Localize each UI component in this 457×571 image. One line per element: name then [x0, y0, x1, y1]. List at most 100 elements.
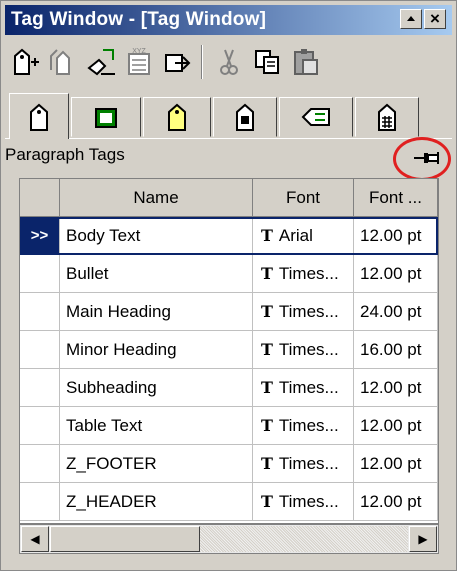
character-tags-tab[interactable] [71, 97, 141, 137]
font-cell[interactable]: T Times... [253, 445, 354, 483]
right-arrow-icon: ▶ [418, 532, 428, 546]
font-cell[interactable]: T Times... [253, 407, 354, 445]
tag-name-cell[interactable]: Z_HEADER [60, 483, 253, 521]
window-title: Tag Window - [Tag Window] [11, 9, 267, 30]
scroll-left-button[interactable]: ◀ [21, 526, 49, 552]
truetype-font-icon: T [261, 454, 273, 473]
column-header-font[interactable]: Font [253, 179, 354, 217]
tag-name-cell[interactable]: Subheading [60, 369, 253, 407]
frame-tags-tab[interactable] [213, 97, 277, 137]
tag-name-cell[interactable]: Minor Heading [60, 331, 253, 369]
row-marker [20, 369, 60, 407]
paragraph-tags-tab[interactable] [9, 93, 69, 139]
scroll-thumb[interactable] [50, 526, 200, 552]
font-cell[interactable]: T Times... [253, 331, 354, 369]
paragraph-tags-table: Name Font Font ... >> Body Text T Arial 12.0… [19, 178, 439, 524]
table-row[interactable]: Bullet T Times... 12.00 pt [20, 255, 438, 293]
table-row[interactable]: Subheading T Times... 12.00 pt [20, 369, 438, 407]
truetype-font-icon: T [261, 226, 273, 245]
row-marker [20, 407, 60, 445]
truetype-font-icon: T [261, 378, 273, 397]
tag-name-cell[interactable]: Table Text [60, 407, 253, 445]
panel-label: Paragraph Tags [5, 145, 125, 164]
font-cell[interactable]: T Times... [253, 293, 354, 331]
font-name: Times... [278, 339, 339, 359]
edit-tag-button[interactable] [83, 43, 119, 81]
tag-name-cell[interactable]: Bullet [60, 255, 253, 293]
truetype-font-icon: T [261, 264, 273, 283]
minimize-icon [407, 16, 415, 21]
font-name: Times... [278, 491, 339, 511]
table-row[interactable]: Minor Heading T Times... 16.00 pt [20, 331, 438, 369]
cut-button[interactable] [211, 43, 247, 81]
xyz-tag-button[interactable]: XYZ [121, 43, 157, 81]
xyz-tag-icon: XYZ [128, 48, 150, 75]
font-name: Arial [278, 225, 313, 245]
table-tag-icon [301, 108, 330, 126]
list-tags-tab[interactable] [143, 97, 211, 137]
column-header-font-size[interactable]: Font ... [354, 179, 438, 217]
apply-tag-button[interactable] [159, 43, 195, 81]
new-tag-button[interactable] [7, 43, 43, 81]
font-size-cell[interactable]: 12.00 pt [354, 255, 438, 293]
paragraph-tag-icon [30, 103, 48, 131]
row-marker-header [20, 179, 60, 217]
truetype-font-icon: T [261, 416, 273, 435]
tag-name-cell[interactable]: Z_FOOTER [60, 445, 253, 483]
table-row[interactable]: Z_HEADER T Times... 12.00 pt [20, 483, 438, 521]
frame-tag-icon [236, 103, 254, 131]
apply-tag-icon [165, 54, 191, 72]
font-cell[interactable]: T Times... [253, 255, 354, 293]
tag-window: Tag Window - [Tag Window] × XYZ Paragrap… [0, 0, 457, 571]
font-size-cell[interactable]: 12.00 pt [354, 483, 438, 521]
truetype-font-icon: T [261, 302, 273, 321]
minimize-button[interactable] [400, 9, 422, 29]
tag-name-cell[interactable]: Body Text [60, 217, 253, 255]
font-size-cell[interactable]: 12.00 pt [354, 407, 438, 445]
highlight-circle [393, 137, 451, 181]
paste-button[interactable] [287, 43, 323, 81]
font-size-cell[interactable]: 24.00 pt [354, 293, 438, 331]
new-tag-icon [14, 48, 39, 75]
tag-name-cell[interactable]: Main Heading [60, 293, 253, 331]
table-tags-tab[interactable] [279, 97, 353, 137]
table-header-row: Name Font Font ... [20, 179, 438, 217]
toolbar-separator [201, 45, 203, 79]
table-row[interactable]: Main Heading T Times... 24.00 pt [20, 293, 438, 331]
table-row[interactable]: >> Body Text T Arial 12.00 pt [20, 217, 438, 255]
svg-text:XYZ: XYZ [132, 48, 146, 55]
table-row[interactable]: Z_FOOTER T Times... 12.00 pt [20, 445, 438, 483]
font-size-cell[interactable]: 12.00 pt [354, 217, 438, 255]
horizontal-scrollbar[interactable]: ◀ ▶ [19, 524, 439, 554]
truetype-font-icon: T [261, 340, 273, 359]
font-size-cell[interactable]: 12.00 pt [354, 369, 438, 407]
font-name: Times... [278, 377, 339, 397]
title-bar[interactable]: Tag Window - [Tag Window] × [5, 5, 452, 35]
toolbar: XYZ [5, 39, 452, 87]
scroll-track[interactable] [200, 526, 408, 552]
font-name: Times... [278, 415, 339, 435]
close-button[interactable]: × [424, 9, 446, 29]
font-cell[interactable]: T Times... [253, 483, 354, 521]
font-size-cell[interactable]: 16.00 pt [354, 331, 438, 369]
paste-icon [294, 49, 318, 75]
row-marker [20, 331, 60, 369]
list-tag-icon [168, 103, 186, 131]
tag-type-tabs [5, 93, 452, 139]
tab-divider [5, 138, 452, 139]
scroll-right-button[interactable]: ▶ [409, 526, 437, 552]
copy-tag-button[interactable] [45, 43, 81, 81]
cell-tags-tab[interactable] [355, 97, 419, 137]
edit-tag-icon [87, 49, 115, 76]
table-row[interactable]: Table Text T Times... 12.00 pt [20, 407, 438, 445]
font-size-cell[interactable]: 12.00 pt [354, 445, 438, 483]
font-cell[interactable]: T Arial [253, 217, 354, 255]
font-cell[interactable]: T Times... [253, 369, 354, 407]
copy-button[interactable] [249, 43, 285, 81]
row-marker [20, 255, 60, 293]
row-marker [20, 483, 60, 521]
font-name: Times... [278, 453, 339, 473]
column-header-name[interactable]: Name [60, 179, 253, 217]
current-row-marker: >> [20, 217, 60, 255]
cell-tag-icon [378, 103, 396, 131]
